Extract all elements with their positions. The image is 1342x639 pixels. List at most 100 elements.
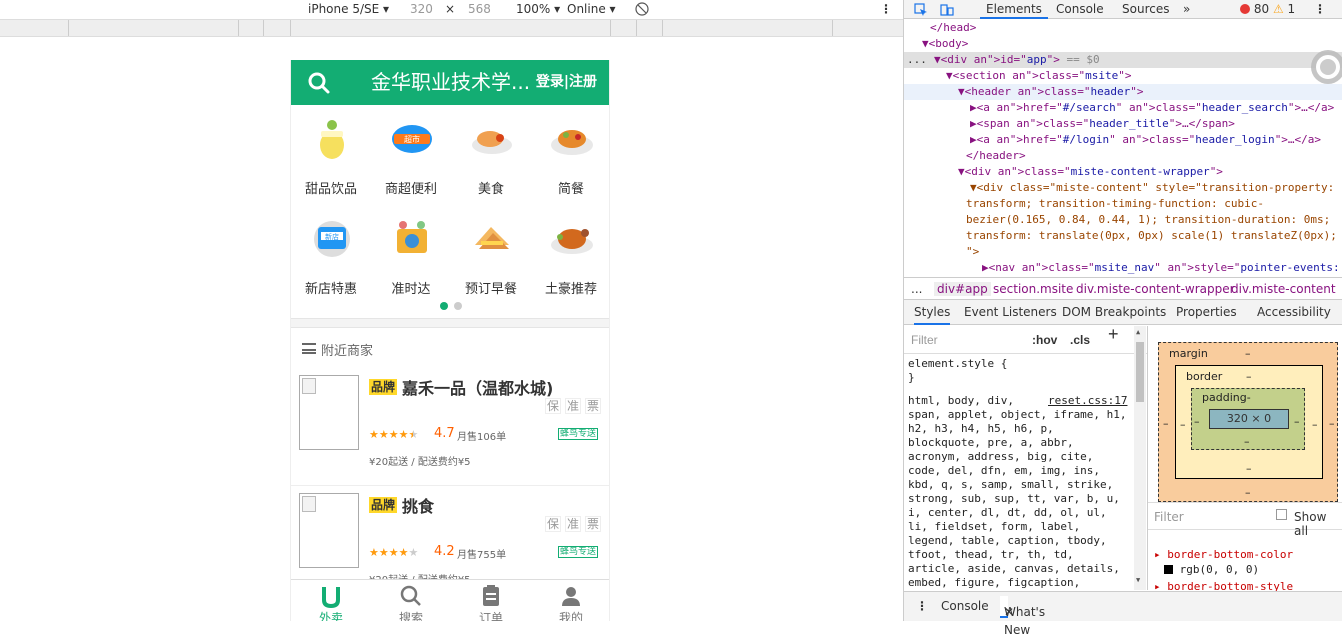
category-item[interactable]: 简餐 <box>531 105 609 205</box>
category-item[interactable]: 美食 <box>451 105 531 205</box>
tab-properties[interactable]: Properties <box>1176 305 1237 319</box>
hover-state-toggle[interactable]: :hov <box>1032 333 1057 347</box>
shop-name[interactable]: 嘉禾一品（温都水城) <box>402 375 553 399</box>
styles-filter-input[interactable]: Filter <box>911 333 938 347</box>
tab-accessibility[interactable]: Accessibility <box>1257 305 1331 319</box>
breadcrumb-wrapper[interactable]: div.miste-content-wrapper <box>1076 282 1235 296</box>
tab-console[interactable]: Console <box>1056 0 1104 19</box>
dom-node-line[interactable]: ▼<div class="miste-content" style="trans… <box>904 180 1342 196</box>
category-item[interactable]: 新店 新店特惠 <box>291 205 371 305</box>
breadcrumb-content[interactable]: div.miste-content <box>1231 282 1336 296</box>
box-model-margin[interactable]: margin – – – – border – – – – padding- –… <box>1158 342 1338 502</box>
shop-tags: 保准票 <box>541 515 601 532</box>
carousel-dot[interactable] <box>454 302 462 310</box>
tab-item[interactable]: 订单 <box>451 580 531 621</box>
device-mode-icon[interactable] <box>940 0 954 19</box>
drawer-tab-whats-new[interactable]: What's New ✕ <box>1000 596 1045 637</box>
devtools-toolbar: Elements Console Sources » 80 ⚠ 1 ⋮ <box>904 0 1342 19</box>
computed-prop-1-name: border-bottom-color <box>1167 548 1294 561</box>
dom-node-line[interactable]: transform: translate(0px, 0px) scale(1) … <box>904 228 1342 244</box>
shop-image[interactable] <box>299 493 359 568</box>
dom-node-line[interactable]: bezier(0.165, 0.84, 0.44, 1); transition… <box>904 212 1342 228</box>
dom-node-line[interactable]: </header> <box>904 148 1342 164</box>
category-item[interactable]: 甜品饮品 <box>291 105 371 205</box>
tab-item[interactable]: 外卖 <box>291 580 371 621</box>
dom-node-line[interactable]: ▼<header an">class="header"> <box>904 84 1342 100</box>
shop-tags: 保准票 <box>541 397 601 414</box>
dom-node-line[interactable]: ▶<span an">class="header_title">…</span> <box>904 116 1342 132</box>
reset-css-rule[interactable]: html, body, div, span, applet, object, i… <box>908 394 1147 590</box>
computed-prop-1[interactable]: ▸ border-bottom-color <box>1154 548 1293 561</box>
rating-stars: ★★★★★ <box>369 546 419 559</box>
sidebar-tabs: Styles Event Listeners DOM Breakpoints P… <box>904 300 1342 325</box>
drawer-tab-console[interactable]: Console <box>941 599 989 613</box>
dom-node-line[interactable]: ▼<div an">class="miste-content-wrapper"> <box>904 164 1342 180</box>
dom-node-line[interactable]: ▶<nav an">class="msite_nav" an">style="p… <box>904 260 1342 276</box>
color-swatch[interactable] <box>1164 565 1173 574</box>
shop-tag: 准 <box>564 398 581 414</box>
category-item[interactable]: 土豪推荐 <box>531 205 609 305</box>
scroll-down-icon[interactable]: ▼ <box>1136 576 1145 584</box>
height-input[interactable]: 568 <box>468 0 491 19</box>
carousel-dot-active[interactable] <box>440 302 448 310</box>
inspect-element-icon[interactable] <box>914 0 928 19</box>
breadcrumb-app[interactable]: div#app <box>934 282 991 296</box>
monthly-sales: 月售106单 <box>457 432 507 443</box>
width-input[interactable]: 320 <box>410 0 433 19</box>
login-register-link[interactable]: 登录|注册 <box>536 60 597 105</box>
breadcrumb-section[interactable]: section.msite <box>993 282 1073 296</box>
dom-node-line[interactable]: ▶<a an">href="#/search" an">class="heade… <box>904 100 1342 116</box>
computed-filter-input[interactable]: Filter <box>1154 510 1184 524</box>
new-store-icon: 新店 <box>314 221 350 257</box>
dom-node-line[interactable]: ▼<div an">id="app"> == $0 <box>904 52 1342 68</box>
scrollbar-thumb[interactable] <box>1136 342 1144 402</box>
tab-event-listeners[interactable]: Event Listeners <box>964 305 1057 319</box>
network-select[interactable]: Online ▾ <box>567 0 616 19</box>
category-item[interactable]: 预订早餐 <box>451 205 531 305</box>
dom-tree: </head> ▼<body> ▼<div an">id="app"> == $0 ▼… <box>904 19 1342 277</box>
rotate-icon[interactable] <box>635 0 649 19</box>
tab-styles[interactable]: Styles <box>914 305 951 325</box>
zoom-select[interactable]: 100% ▾ <box>516 0 560 19</box>
tab-elements[interactable]: Elements <box>980 0 1048 19</box>
tab-sources[interactable]: Sources <box>1122 0 1169 19</box>
dom-node-line[interactable]: ▼<body> <box>904 36 1342 52</box>
dom-node-line[interactable]: "> <box>904 244 1342 260</box>
error-count[interactable]: 80 ⚠ 1 <box>1240 0 1295 19</box>
close-icon[interactable]: ✕ <box>1004 603 1014 621</box>
box-model-border[interactable]: border – – – – padding- – – – 320 × 0 <box>1175 365 1323 479</box>
price-info: ¥20起送 / 配送费约¥5 <box>369 457 471 468</box>
box-model-padding[interactable]: padding- – – – 320 × 0 <box>1191 388 1305 450</box>
search-icon[interactable] <box>307 71 331 95</box>
element-style-rule[interactable]: element.style { } <box>908 357 1007 385</box>
dom-node-line[interactable]: </head> <box>904 20 1342 36</box>
monthly-sales: 月售755单 <box>457 550 507 561</box>
more-options-icon[interactable]: ⋮ <box>880 0 892 19</box>
drawer-menu-icon[interactable]: ⋮ <box>916 599 928 613</box>
shop-item[interactable]: 品牌 嘉禾一品（温都水城) 保准票 ★★★★★ 4.7 月售106单 蜂鸟专送 ¥20起送 /… <box>291 368 609 486</box>
class-toggle[interactable]: .cls <box>1070 333 1090 347</box>
tab-item[interactable]: 我的 <box>531 580 609 621</box>
category-item[interactable]: 准时达 <box>371 205 451 305</box>
new-rule-button[interactable]: + <box>1108 326 1119 343</box>
tab-dom-breakpoints[interactable]: DOM Breakpoints <box>1062 305 1166 319</box>
show-all-checkbox[interactable] <box>1276 509 1287 520</box>
box-model-content[interactable]: 320 × 0 <box>1209 409 1289 429</box>
breadcrumb-more[interactable]: ... <box>911 282 922 296</box>
shop-name[interactable]: 挑食 <box>402 493 434 517</box>
category-item[interactable]: 超市 商超便利 <box>371 105 451 205</box>
tab-item[interactable]: 搜索 <box>371 580 451 621</box>
rating-stars: ★★★★★ <box>369 428 419 441</box>
shop-image[interactable] <box>299 375 359 450</box>
dom-node-line[interactable]: ▼<section an">class="msite"> <box>904 68 1342 84</box>
category-label: 新店特惠 <box>304 282 357 297</box>
scroll-up-icon[interactable]: ▲ <box>1136 328 1145 336</box>
device-select[interactable]: iPhone 5/SE ▾ <box>308 0 389 19</box>
styles-scrollbar[interactable]: ▲ ▼ <box>1134 326 1146 590</box>
nearby-shops-header: 附近商家 <box>291 328 609 368</box>
more-tabs-button[interactable]: » <box>1183 0 1190 19</box>
header-title: 金华职业技术学... <box>371 70 531 94</box>
devtools-menu-icon[interactable]: ⋮ <box>1314 0 1326 19</box>
dom-node-line[interactable]: ▶<a an">href="#/login" an">class="header… <box>904 132 1342 148</box>
dom-node-line[interactable]: transform; transition-timing-function: c… <box>904 196 1342 212</box>
